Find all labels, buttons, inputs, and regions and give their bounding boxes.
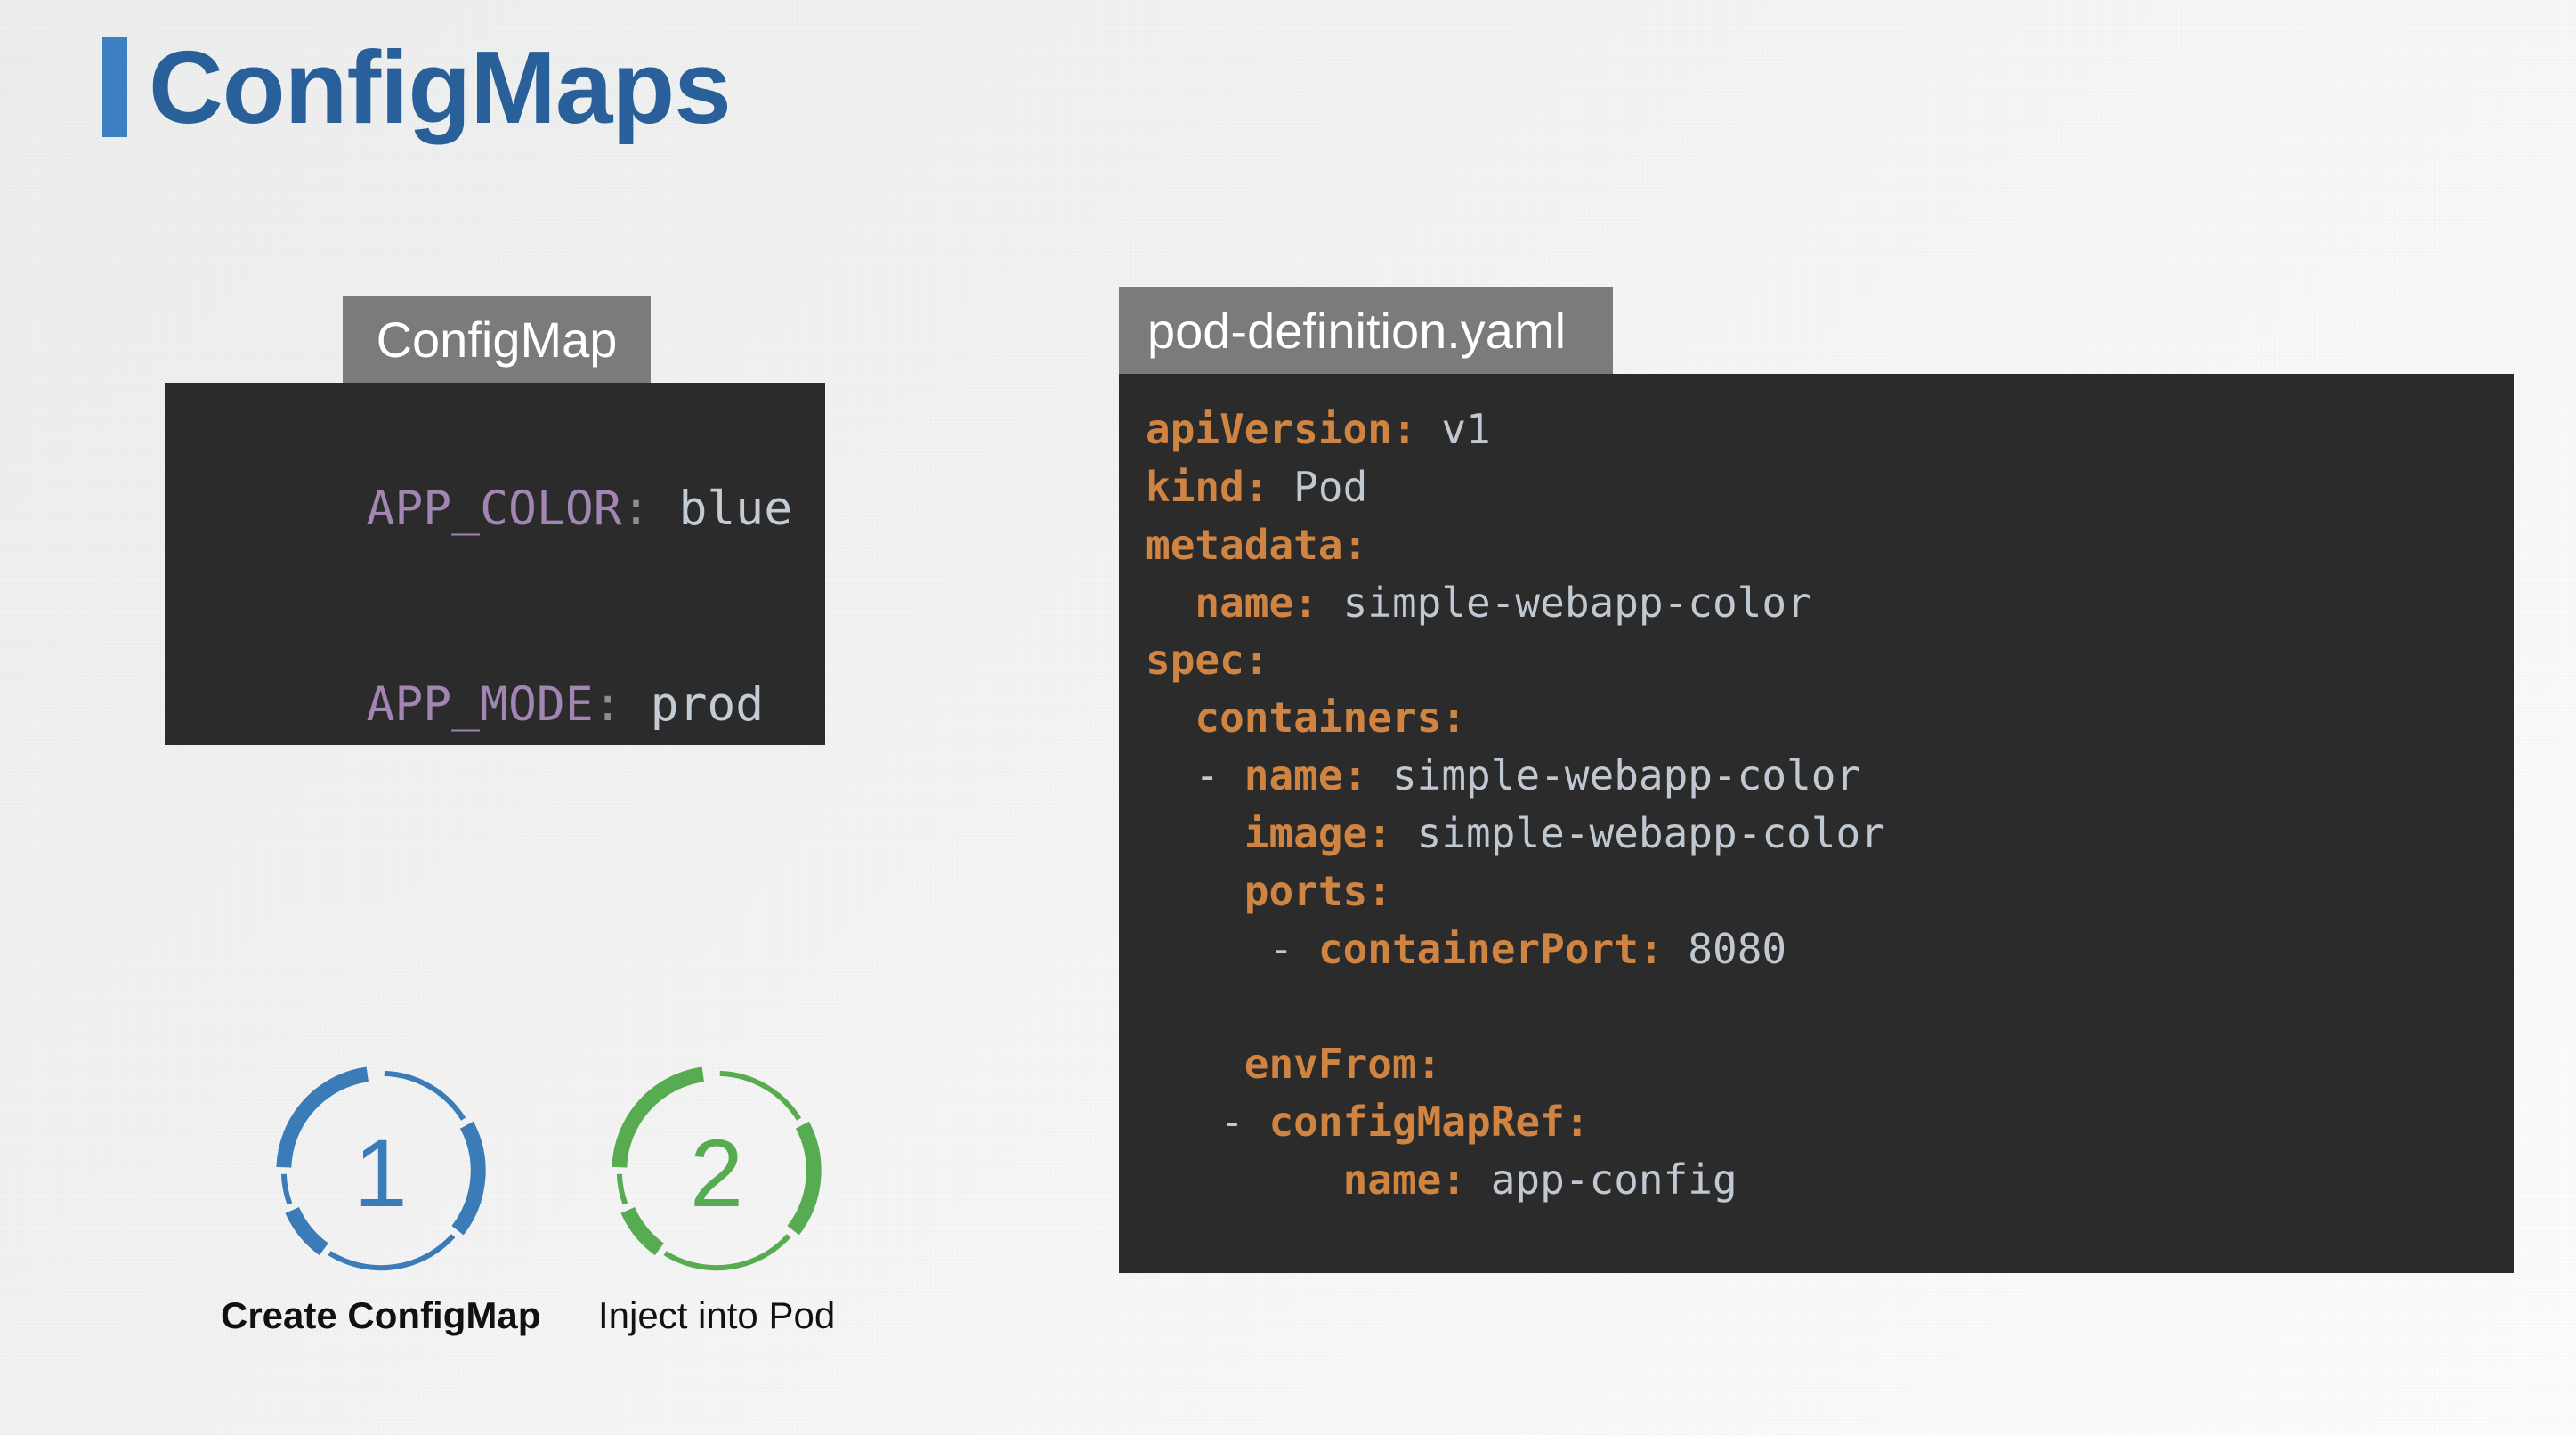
- yaml-colon: :: [1293, 578, 1318, 627]
- yaml-colon: :: [1638, 924, 1664, 973]
- yaml-colon: :: [1342, 520, 1368, 569]
- yaml-value: app-config: [1466, 1155, 1738, 1204]
- yaml-line: - name: simple-webapp-color: [1146, 747, 2514, 805]
- yaml-key: name: [1195, 578, 1294, 627]
- yaml-colon: :: [1441, 1155, 1467, 1204]
- slide-canvas: ConfigMaps ConfigMap APP_COLOR: blue APP…: [0, 0, 2576, 1435]
- yaml-list-dash: -: [1195, 751, 1244, 800]
- yaml-line: - containerPort: 8080: [1146, 920, 2514, 978]
- yaml-key: ports: [1243, 866, 1368, 915]
- yaml-panel-tab-label: pod-definition.yaml: [1147, 302, 1567, 359]
- yaml-key: name: [1243, 751, 1343, 800]
- yaml-line: metadata:: [1146, 516, 2514, 574]
- yaml-colon: :: [1416, 1040, 1442, 1089]
- step-ring-2-icon: 2: [598, 1055, 835, 1291]
- yaml-list-dash: -: [1268, 924, 1318, 973]
- yaml-key: spec: [1146, 636, 1244, 685]
- configmap-entry: APP_COLOR: blue: [196, 411, 825, 606]
- yaml-value: simple-webapp-color: [1317, 578, 1811, 627]
- yaml-code-block: apiVersion: v1 kind: Pod metadata: name: s…: [1146, 401, 2514, 1209]
- configmap-entry-colon: :: [621, 482, 651, 537]
- yaml-line: apiVersion: v1: [1146, 401, 2514, 458]
- title-accent-bar: [102, 37, 127, 137]
- yaml-line: spec:: [1146, 631, 2514, 689]
- yaml-line: [1146, 978, 2514, 1036]
- step-ring-1-icon: 1: [221, 1055, 540, 1291]
- yaml-value: v1: [1416, 405, 1491, 453]
- yaml-line: kind: Pod: [1146, 458, 2514, 516]
- yaml-value: simple-webapp-color: [1391, 809, 1885, 858]
- configmap-entry-value: prod: [650, 677, 765, 732]
- step-label-1: Create ConfigMap: [221, 1294, 541, 1336]
- yaml-colon: :: [1391, 405, 1417, 453]
- yaml-key: envFrom: [1243, 1040, 1417, 1089]
- configmap-panel-tab-label: ConfigMap: [376, 311, 618, 368]
- yaml-colon: :: [1243, 462, 1269, 511]
- yaml-line: image: simple-webapp-color: [1146, 805, 2514, 863]
- step-badge-2: 2 Inject into Pod: [598, 1055, 835, 1337]
- yaml-line: - configMapRef:: [1146, 1093, 2514, 1151]
- configmap-entry-value: blue: [678, 482, 793, 537]
- yaml-line: envFrom:: [1146, 1035, 2514, 1093]
- configmap-entry: APP_MODE: prod: [196, 606, 825, 745]
- yaml-value: simple-webapp-color: [1367, 751, 1861, 800]
- configmap-panel-tab: ConfigMap: [343, 296, 651, 383]
- yaml-key: kind: [1146, 462, 1244, 511]
- yaml-value: Pod: [1268, 462, 1368, 511]
- yaml-key: containerPort: [1317, 924, 1639, 973]
- step-badge-1: 1 Create ConfigMap: [221, 1055, 540, 1337]
- yaml-key: configMapRef: [1268, 1098, 1565, 1147]
- yaml-colon: :: [1367, 866, 1392, 915]
- yaml-key: name: [1342, 1155, 1442, 1204]
- yaml-colon: :: [1243, 636, 1269, 685]
- configmap-entry-key: APP_COLOR: [366, 482, 622, 537]
- configmap-panel-body: APP_COLOR: blue APP_MODE: prod: [165, 383, 825, 745]
- yaml-key: image: [1243, 809, 1368, 858]
- step-number-2: 2: [690, 1118, 744, 1227]
- yaml-panel-body: apiVersion: v1 kind: Pod metadata: name: s…: [1119, 374, 2514, 1273]
- step-number-1: 1: [353, 1118, 408, 1227]
- yaml-line: name: app-config: [1146, 1151, 2514, 1209]
- yaml-panel-tab: pod-definition.yaml: [1119, 287, 1613, 374]
- page-title-text: ConfigMaps: [149, 29, 732, 145]
- configmap-entry-key: APP_MODE: [366, 677, 594, 732]
- yaml-colon: :: [1342, 751, 1368, 800]
- yaml-colon: :: [1564, 1098, 1590, 1147]
- yaml-colon: :: [1441, 693, 1467, 742]
- yaml-key: apiVersion: [1146, 405, 1392, 453]
- yaml-line: containers:: [1146, 689, 2514, 747]
- yaml-line: name: simple-webapp-color: [1146, 574, 2514, 632]
- yaml-key: metadata: [1146, 520, 1343, 569]
- step-label-2: Inject into Pod: [598, 1294, 836, 1336]
- yaml-list-dash: -: [1219, 1098, 1269, 1147]
- yaml-colon: :: [1367, 809, 1392, 858]
- page-title: ConfigMaps: [102, 29, 732, 145]
- yaml-value: 8080: [1663, 924, 1787, 973]
- yaml-key: containers: [1195, 693, 1442, 742]
- yaml-line: ports:: [1146, 863, 2514, 920]
- configmap-entry-colon: :: [593, 677, 622, 732]
